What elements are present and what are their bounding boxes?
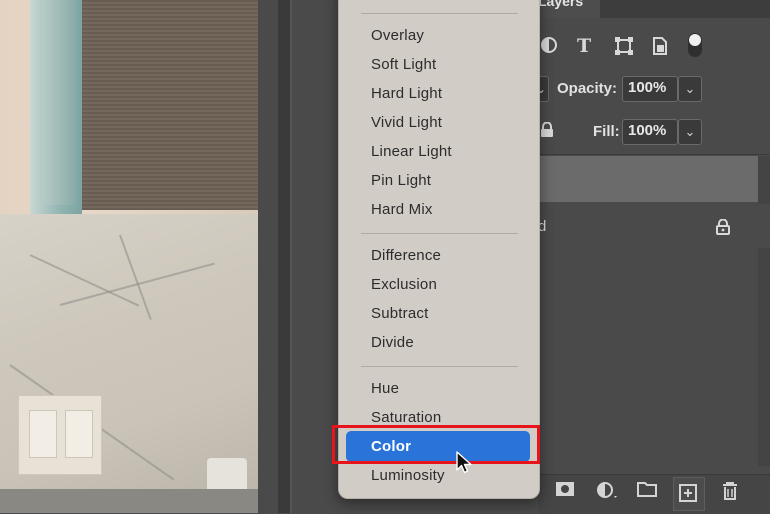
- trash-icon[interactable]: [721, 481, 739, 505]
- fill-value: 100%: [628, 122, 667, 139]
- menu-item-divide[interactable]: Divide: [371, 334, 414, 352]
- menu-separator: [361, 366, 518, 367]
- marble-vein: [119, 234, 152, 320]
- lock-icon[interactable]: [540, 121, 554, 142]
- light-switch: [29, 410, 57, 458]
- opacity-label: Opacity:: [557, 80, 618, 97]
- adjustment-layer-icon[interactable]: [596, 481, 620, 505]
- canister: [207, 458, 247, 489]
- opacity-dropdown-chevron[interactable]: ⌄: [678, 76, 702, 102]
- new-layer-icon[interactable]: [679, 484, 697, 506]
- menu-item-pin-light[interactable]: Pin Light: [371, 172, 431, 190]
- light-switch: [65, 410, 93, 458]
- menu-item-linear-light[interactable]: Linear Light: [371, 143, 452, 161]
- countertop: [0, 489, 258, 513]
- layer-row-selected[interactable]: [538, 156, 758, 202]
- menu-item-vivid-light[interactable]: Vivid Light: [371, 114, 442, 132]
- tab-layers-label: Layers: [538, 0, 584, 9]
- menu-item-difference[interactable]: Difference: [371, 247, 441, 265]
- menu-separator: [361, 233, 518, 234]
- menu-item-hard-mix[interactable]: Hard Mix: [371, 201, 433, 219]
- fill-field[interactable]: 100%: [622, 119, 678, 145]
- fill-dropdown-chevron[interactable]: ⌄: [678, 119, 702, 145]
- smart-object-filter-icon[interactable]: [651, 36, 669, 61]
- layers-scrollbar[interactable]: [758, 156, 770, 466]
- wall-outlet: [18, 395, 102, 475]
- layer-row-background[interactable]: [538, 204, 770, 248]
- layer-mask-icon[interactable]: [555, 481, 575, 501]
- fill-label: Fill:: [593, 123, 620, 140]
- cabinet: [82, 0, 258, 210]
- menu-item-luminosity[interactable]: Luminosity: [371, 467, 445, 485]
- adjustment-filter-icon[interactable]: [540, 36, 558, 59]
- layers-list-divider: [538, 154, 770, 155]
- cabinet-frame-inner: [42, 0, 76, 205]
- panel-divider-edge: [290, 0, 292, 513]
- menu-item-overlay[interactable]: Overlay: [371, 27, 424, 45]
- opacity-value: 100%: [628, 79, 667, 96]
- layer-lock-icon: [716, 218, 730, 239]
- menu-item-hard-light[interactable]: Hard Light: [371, 85, 442, 103]
- shape-filter-icon[interactable]: [614, 36, 634, 61]
- menu-separator: [361, 13, 518, 14]
- menu-item-subtract[interactable]: Subtract: [371, 305, 428, 323]
- callout-highlight-box: [332, 425, 540, 464]
- menu-item-soft-light[interactable]: Soft Light: [371, 56, 436, 74]
- panel-divider: [278, 0, 290, 513]
- group-folder-icon[interactable]: [637, 481, 657, 501]
- mouse-pointer-icon: [456, 451, 474, 480]
- menu-item-exclusion[interactable]: Exclusion: [371, 276, 437, 294]
- canvas-photo: [0, 0, 258, 513]
- type-filter-icon[interactable]: T: [577, 36, 591, 56]
- opacity-field[interactable]: 100%: [622, 76, 678, 102]
- filter-toggle[interactable]: [688, 33, 702, 57]
- menu-item-hue[interactable]: Hue: [371, 380, 399, 398]
